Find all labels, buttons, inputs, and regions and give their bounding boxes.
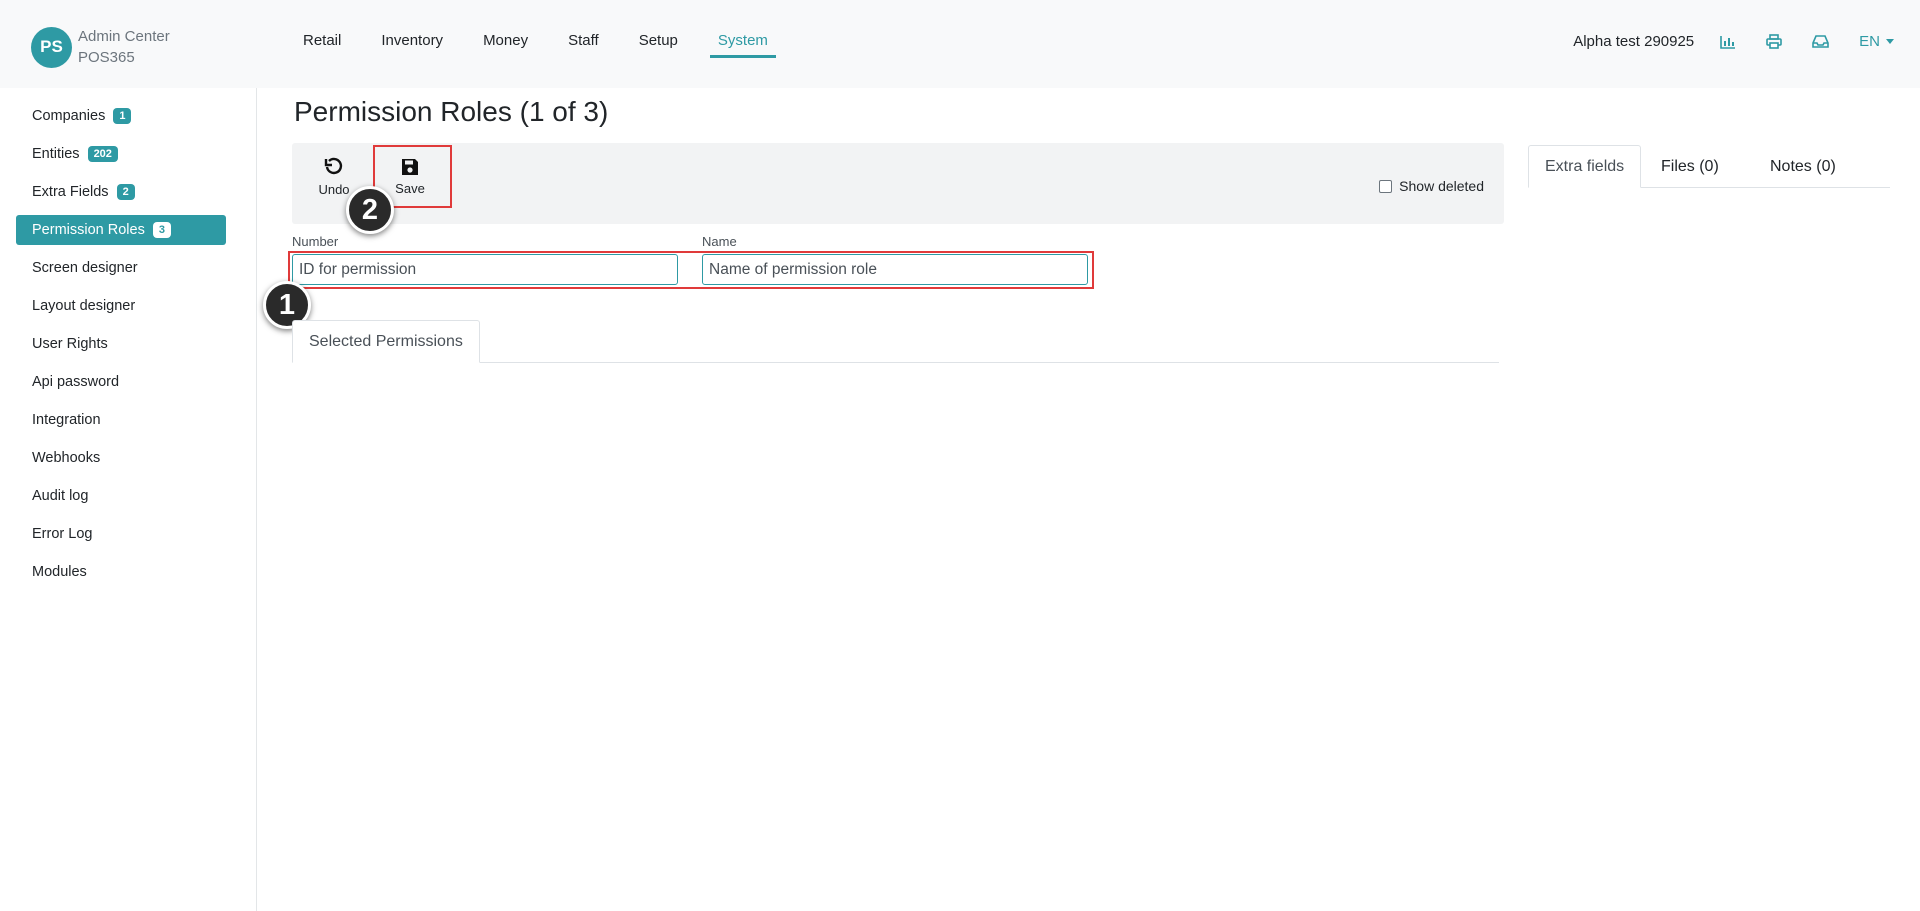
sidebar-item-companies[interactable]: Companies 1 xyxy=(16,101,226,131)
sidebar-item-permission-roles[interactable]: Permission Roles 3 xyxy=(16,215,226,245)
page-title: Permission Roles (1 of 3) xyxy=(294,96,609,127)
show-deleted-label: Show deleted xyxy=(1399,178,1484,194)
chevron-down-icon xyxy=(1886,39,1894,44)
sidebar-item-label: Layout designer xyxy=(32,298,136,314)
sidebar-item-label: Modules xyxy=(32,564,87,580)
topnav-money[interactable]: Money xyxy=(475,32,536,58)
sidebar-item-label: Extra Fields xyxy=(32,184,109,200)
tab-extra-fields[interactable]: Extra fields xyxy=(1528,145,1642,188)
save-label: Save xyxy=(395,181,425,196)
sidebar-item-api-password[interactable]: Api password xyxy=(16,367,226,397)
topnav-setup[interactable]: Setup xyxy=(631,32,686,58)
show-deleted-checkbox[interactable] xyxy=(1379,179,1393,193)
sidebar-item-label: User Rights xyxy=(32,336,108,352)
topnav-system[interactable]: System xyxy=(709,32,776,58)
undo-icon xyxy=(324,157,343,175)
sidebar-item-label: Companies xyxy=(32,108,106,124)
count-badge: 1 xyxy=(113,108,132,124)
sidebar: Companies 1 Entities 202 Extra Fields 2 … xyxy=(0,88,257,911)
count-badge: 2 xyxy=(116,184,135,200)
number-input[interactable] xyxy=(292,254,678,285)
chart-icon[interactable] xyxy=(1720,35,1736,49)
topnav-staff[interactable]: Staff xyxy=(560,32,607,58)
language-dropdown[interactable]: EN xyxy=(1859,33,1894,50)
name-input[interactable] xyxy=(702,254,1088,285)
sidebar-item-label: Api password xyxy=(32,374,120,390)
side-tabs: Extra fields Files (0) Notes (0) xyxy=(1528,145,1890,188)
sidebar-item-label: Error Log xyxy=(32,526,93,542)
undo-label: Undo xyxy=(318,182,350,197)
tab-selected-permissions[interactable]: Selected Permissions xyxy=(292,320,480,363)
sidebar-item-webhooks[interactable]: Webhooks xyxy=(16,443,226,473)
show-deleted-toggle[interactable]: Show deleted xyxy=(1379,178,1484,194)
name-label: Name xyxy=(702,234,737,249)
sidebar-item-layout-designer[interactable]: Layout designer xyxy=(16,291,226,321)
sidebar-item-audit-log[interactable]: Audit log xyxy=(16,481,226,511)
account-name[interactable]: Alpha test 290925 xyxy=(1573,33,1694,50)
annotation-marker-2: 2 xyxy=(346,186,394,234)
header-right: Alpha test 290925 EN xyxy=(1573,33,1894,50)
sidebar-item-integration[interactable]: Integration xyxy=(16,405,226,435)
sidebar-item-error-log[interactable]: Error Log xyxy=(16,519,226,549)
detail-tabs: Selected Permissions xyxy=(292,320,1499,363)
toolbar: Undo Save Show deleted xyxy=(292,143,1504,224)
top-nav: Retail Inventory Money Staff Setup Syste… xyxy=(283,32,788,58)
count-badge: 202 xyxy=(87,146,118,162)
topnav-retail[interactable]: Retail xyxy=(295,32,349,58)
brand-text: Admin Center POS365 xyxy=(78,26,170,68)
sidebar-item-user-rights[interactable]: User Rights xyxy=(16,329,226,359)
top-header: PS Admin Center POS365 Retail Inventory … xyxy=(0,0,1920,88)
sidebar-item-screen-designer[interactable]: Screen designer xyxy=(16,253,226,283)
sidebar-item-label: Screen designer xyxy=(32,260,138,276)
number-label: Number xyxy=(292,234,339,249)
sidebar-item-label: Integration xyxy=(32,412,101,428)
brand-line-1: Admin Center xyxy=(78,28,170,45)
sidebar-item-modules[interactable]: Modules xyxy=(16,557,226,587)
sidebar-item-label: Entities xyxy=(32,146,80,162)
brand-line-2: POS365 xyxy=(78,49,135,66)
sidebar-item-label: Audit log xyxy=(32,488,89,504)
count-badge: 3 xyxy=(152,222,171,238)
sidebar-item-label: Webhooks xyxy=(32,450,101,466)
inbox-icon[interactable] xyxy=(1812,35,1829,48)
tab-files[interactable]: Files (0) xyxy=(1645,145,1735,188)
save-icon xyxy=(402,159,418,175)
print-icon[interactable] xyxy=(1766,34,1782,49)
save-button[interactable]: Save xyxy=(390,143,430,211)
tab-notes[interactable]: Notes (0) xyxy=(1754,145,1852,188)
sidebar-item-extra-fields[interactable]: Extra Fields 2 xyxy=(16,177,226,207)
sidebar-item-label: Permission Roles xyxy=(32,222,145,238)
avatar: PS xyxy=(31,26,72,68)
sidebar-item-entities[interactable]: Entities 202 xyxy=(16,139,226,169)
language-label: EN xyxy=(1859,33,1880,50)
brand[interactable]: PS Admin Center POS365 xyxy=(31,26,170,68)
topnav-inventory[interactable]: Inventory xyxy=(373,32,451,58)
